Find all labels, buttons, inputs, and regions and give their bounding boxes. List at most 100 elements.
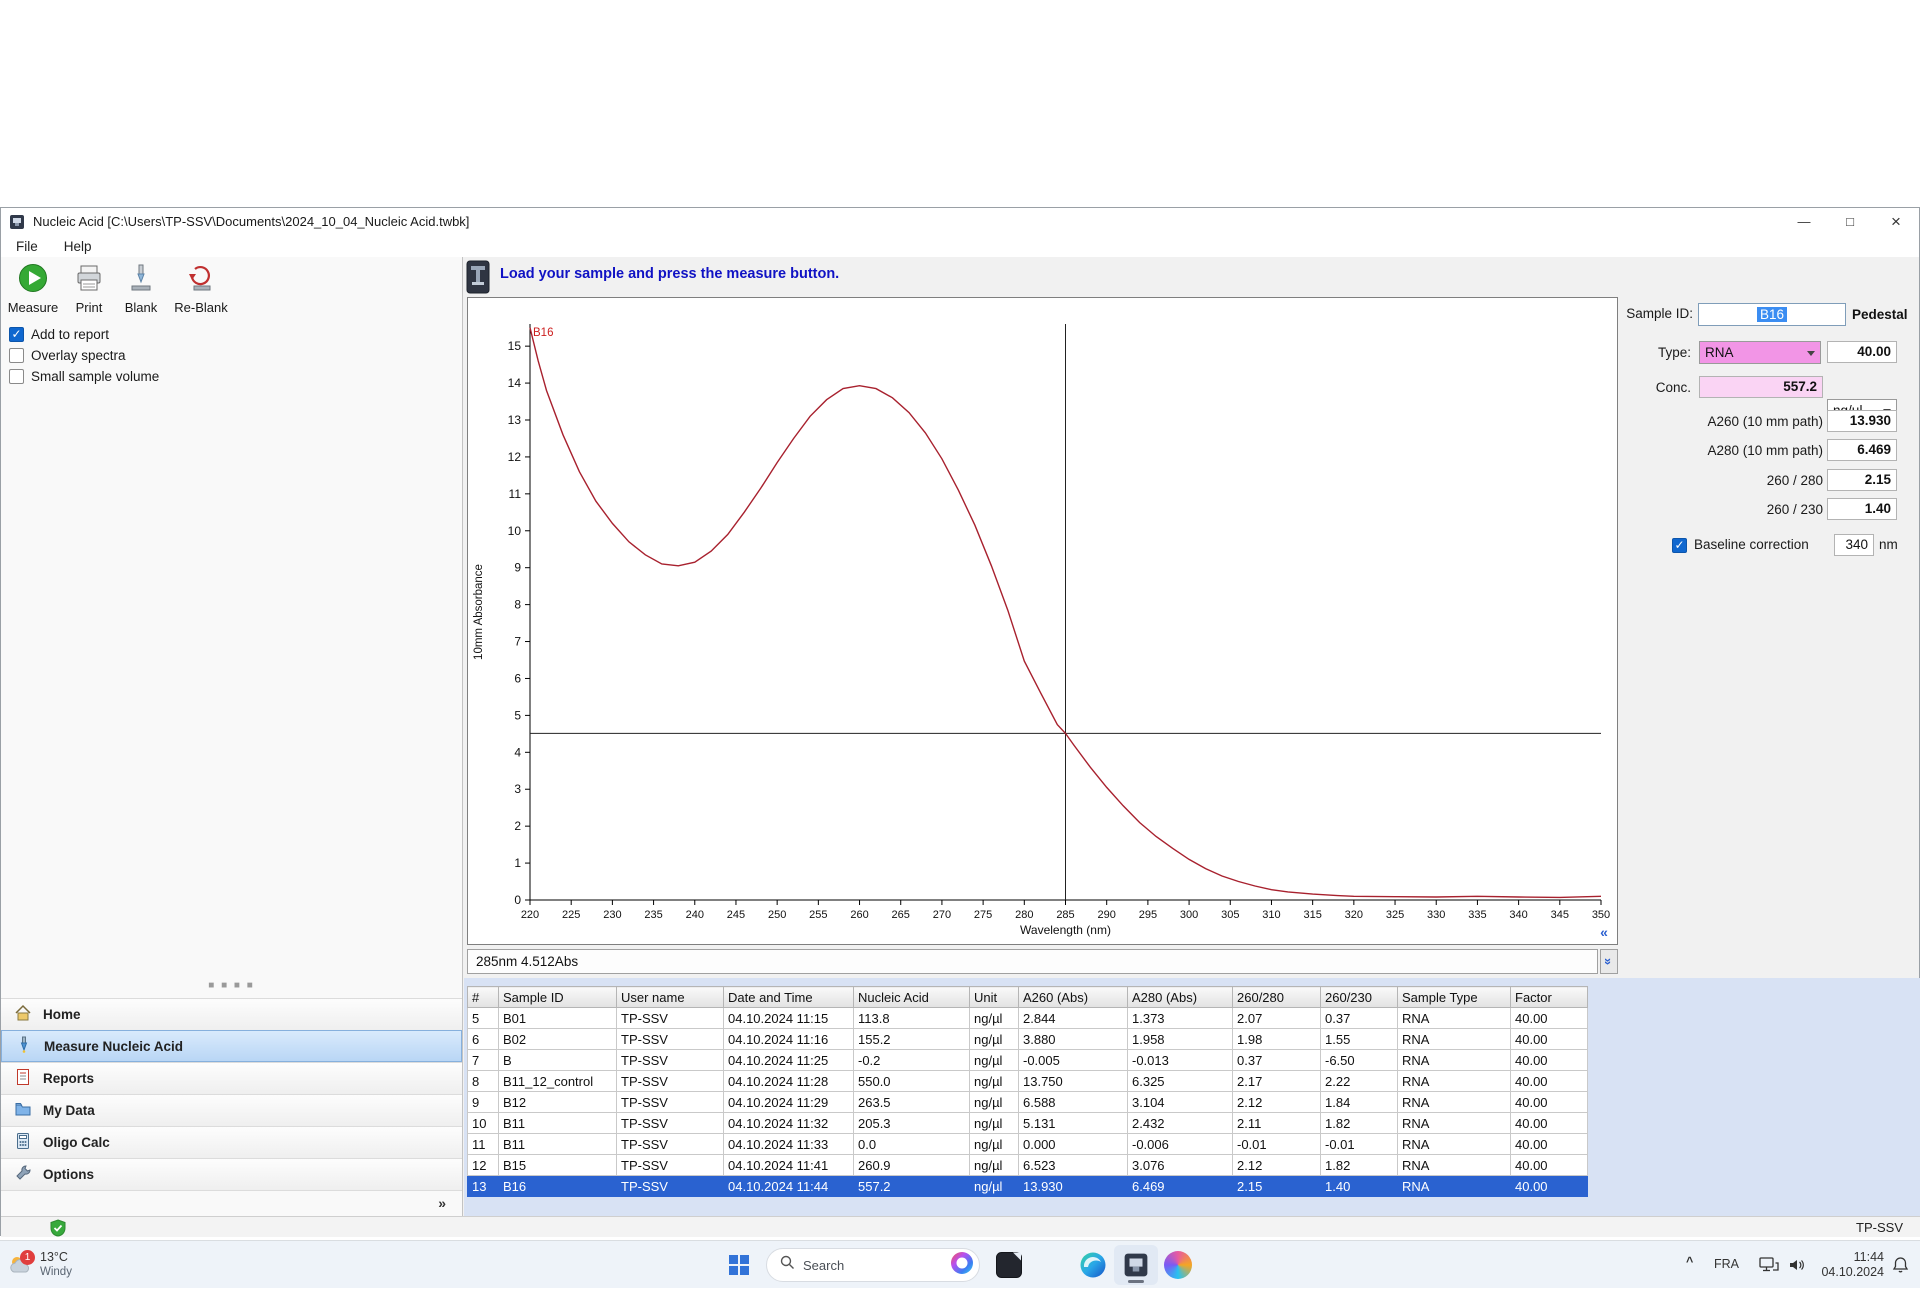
active-indicator xyxy=(1128,1280,1144,1283)
table-column-header[interactable]: A280 (Abs) xyxy=(1128,987,1233,1008)
table-row[interactable]: 10B11TP-SSV04.10.2024 11:32205.3ng/µl5.1… xyxy=(468,1113,1588,1134)
add-to-report-checkbox[interactable]: Add to report xyxy=(9,325,109,343)
maximize-button[interactable]: □ xyxy=(1827,208,1873,235)
table-cell: RNA xyxy=(1398,1134,1511,1155)
table-cell: RNA xyxy=(1398,1176,1511,1197)
sidebar-item-oligo-calc[interactable]: Oligo Calc xyxy=(1,1126,462,1158)
app-window: Nucleic Acid [C:\Users\TP-SSV\Documents\… xyxy=(0,207,1920,1236)
table-column-header[interactable]: A260 (Abs) xyxy=(1019,987,1128,1008)
colorful-app-icon[interactable] xyxy=(1164,1251,1192,1279)
menu-help[interactable]: Help xyxy=(64,239,92,254)
menu-file[interactable]: File xyxy=(16,239,38,254)
close-button[interactable]: × xyxy=(1873,208,1919,235)
table-cell: -0.2 xyxy=(854,1050,970,1071)
clock[interactable]: 11:44 04.10.2024 xyxy=(1820,1250,1884,1280)
table-column-header[interactable]: Sample ID xyxy=(499,987,617,1008)
sidebar-nav: Home Measure Nucleic Acid Reports My Dat… xyxy=(1,998,462,1214)
taskbar-search[interactable]: Search xyxy=(766,1248,980,1282)
table-column-header[interactable]: Factor xyxy=(1511,987,1588,1008)
table-row[interactable]: 9B12TP-SSV04.10.2024 11:29263.5ng/µl6.58… xyxy=(468,1092,1588,1113)
conc-value[interactable]: 557.2 xyxy=(1699,376,1823,398)
table-column-header[interactable]: # xyxy=(468,987,499,1008)
overlay-spectra-checkbox[interactable]: Overlay spectra xyxy=(9,346,126,364)
table-column-header[interactable]: Nucleic Acid xyxy=(854,987,970,1008)
table-cell: 550.0 xyxy=(854,1071,970,1092)
print-button[interactable]: Print xyxy=(67,262,111,315)
weather-widget[interactable]: 1 13°C Windy xyxy=(8,1245,138,1285)
network-icon[interactable] xyxy=(1758,1256,1780,1278)
sidebar-item-label: My Data xyxy=(43,1103,95,1118)
checkbox-box xyxy=(9,327,24,342)
y-tick-label: 9 xyxy=(514,561,521,575)
minimize-button[interactable]: — xyxy=(1781,208,1827,235)
reblank-label: Re-Blank xyxy=(171,300,231,315)
collapse-panel-button[interactable]: « xyxy=(1593,924,1615,942)
table-column-header[interactable]: Date and Time xyxy=(724,987,854,1008)
baseline-correction-checkbox[interactable] xyxy=(1672,536,1687,554)
dark-app-icon[interactable] xyxy=(995,1251,1023,1279)
x-tick-label: 250 xyxy=(768,909,786,921)
conc-label: Conc. xyxy=(1631,380,1691,395)
table-row[interactable]: 13B16TP-SSV04.10.2024 11:44557.2ng/µl13.… xyxy=(468,1176,1588,1197)
expand-readout-button[interactable]: » xyxy=(1600,949,1618,974)
start-button[interactable] xyxy=(727,1253,751,1282)
table-cell: 155.2 xyxy=(854,1029,970,1050)
a280-label: A280 (10 mm path) xyxy=(1622,443,1823,458)
sidebar-splitter-handle[interactable]: ■ ■ ■ ■ xyxy=(1,978,462,994)
spectrum-chart[interactable]: 0123456789101112131415220225230235240245… xyxy=(467,297,1618,945)
table-cell: 1.373 xyxy=(1128,1008,1233,1029)
blank-button[interactable]: Blank xyxy=(119,262,163,315)
table-cell: B02 xyxy=(499,1029,617,1050)
table-cell: 6.469 xyxy=(1128,1176,1233,1197)
table-column-header[interactable]: 260/230 xyxy=(1321,987,1398,1008)
notification-bell-icon[interactable] xyxy=(1892,1256,1909,1279)
table-row[interactable]: 7BTP-SSV04.10.2024 11:25-0.2ng/µl-0.005-… xyxy=(468,1050,1588,1071)
table-column-header[interactable]: 260/280 xyxy=(1233,987,1321,1008)
table-column-header[interactable]: User name xyxy=(617,987,724,1008)
table-row[interactable]: 5B01TP-SSV04.10.2024 11:15113.8ng/µl2.84… xyxy=(468,1008,1588,1029)
table-cell: 04.10.2024 11:41 xyxy=(724,1155,854,1176)
tray-expand-chevron[interactable]: ^ xyxy=(1686,1255,1693,1269)
sidebar-item-home[interactable]: Home xyxy=(1,998,462,1030)
language-indicator[interactable]: FRA xyxy=(1714,1257,1739,1271)
results-table: #Sample IDUser nameDate and TimeNucleic … xyxy=(467,986,1588,1197)
volume-icon[interactable] xyxy=(1788,1257,1807,1278)
small-sample-volume-checkbox[interactable]: Small sample volume xyxy=(9,367,159,385)
sidebar-item-my-data[interactable]: My Data xyxy=(1,1094,462,1126)
reblank-button[interactable]: Re-Blank xyxy=(171,262,231,315)
sidebar-item-options[interactable]: Options xyxy=(1,1158,462,1190)
measure-button[interactable]: Measure xyxy=(7,262,59,315)
x-tick-label: 295 xyxy=(1139,909,1157,921)
checkbox-label: Overlay spectra xyxy=(31,348,126,363)
table-row[interactable]: 11B11TP-SSV04.10.2024 11:330.0ng/µl0.000… xyxy=(468,1134,1588,1155)
search-icon xyxy=(780,1255,795,1275)
y-tick-label: 0 xyxy=(514,893,521,907)
x-tick-label: 315 xyxy=(1303,909,1321,921)
table-cell: TP-SSV xyxy=(617,1134,724,1155)
type-select[interactable]: RNA xyxy=(1699,341,1821,364)
table-cell: RNA xyxy=(1398,1071,1511,1092)
sidebar-item-reports[interactable]: Reports xyxy=(1,1062,462,1094)
y-tick-label: 11 xyxy=(509,487,522,501)
sample-id-input[interactable]: B16 xyxy=(1698,303,1846,326)
table-row[interactable]: 8B11_12_controlTP-SSV04.10.2024 11:28550… xyxy=(468,1071,1588,1092)
notification-badge: 1 xyxy=(20,1250,35,1265)
table-cell: 04.10.2024 11:16 xyxy=(724,1029,854,1050)
x-tick-label: 335 xyxy=(1468,909,1486,921)
edge-browser-icon[interactable] xyxy=(1079,1251,1107,1279)
search-label: Search xyxy=(803,1258,941,1273)
table-cell: 40.00 xyxy=(1511,1092,1588,1113)
table-cell: 260.9 xyxy=(854,1155,970,1176)
baseline-wavelength-input[interactable]: 340 xyxy=(1834,534,1874,556)
table-cell: ng/µl xyxy=(970,1050,1019,1071)
table-row[interactable]: 12B15TP-SSV04.10.2024 11:41260.9ng/µl6.5… xyxy=(468,1155,1588,1176)
x-tick-label: 285 xyxy=(1056,909,1074,921)
table-row[interactable]: 6B02TP-SSV04.10.2024 11:16155.2ng/µl3.88… xyxy=(468,1029,1588,1050)
nanodrop-app-icon-active[interactable] xyxy=(1114,1245,1158,1285)
sidebar-item-measure-nucleic-acid[interactable]: Measure Nucleic Acid xyxy=(1,1030,462,1062)
sidebar-collapse-button[interactable]: » xyxy=(1,1190,462,1214)
y-tick-label: 12 xyxy=(508,450,522,464)
table-cell: ng/µl xyxy=(970,1176,1019,1197)
table-column-header[interactable]: Unit xyxy=(970,987,1019,1008)
table-column-header[interactable]: Sample Type xyxy=(1398,987,1511,1008)
